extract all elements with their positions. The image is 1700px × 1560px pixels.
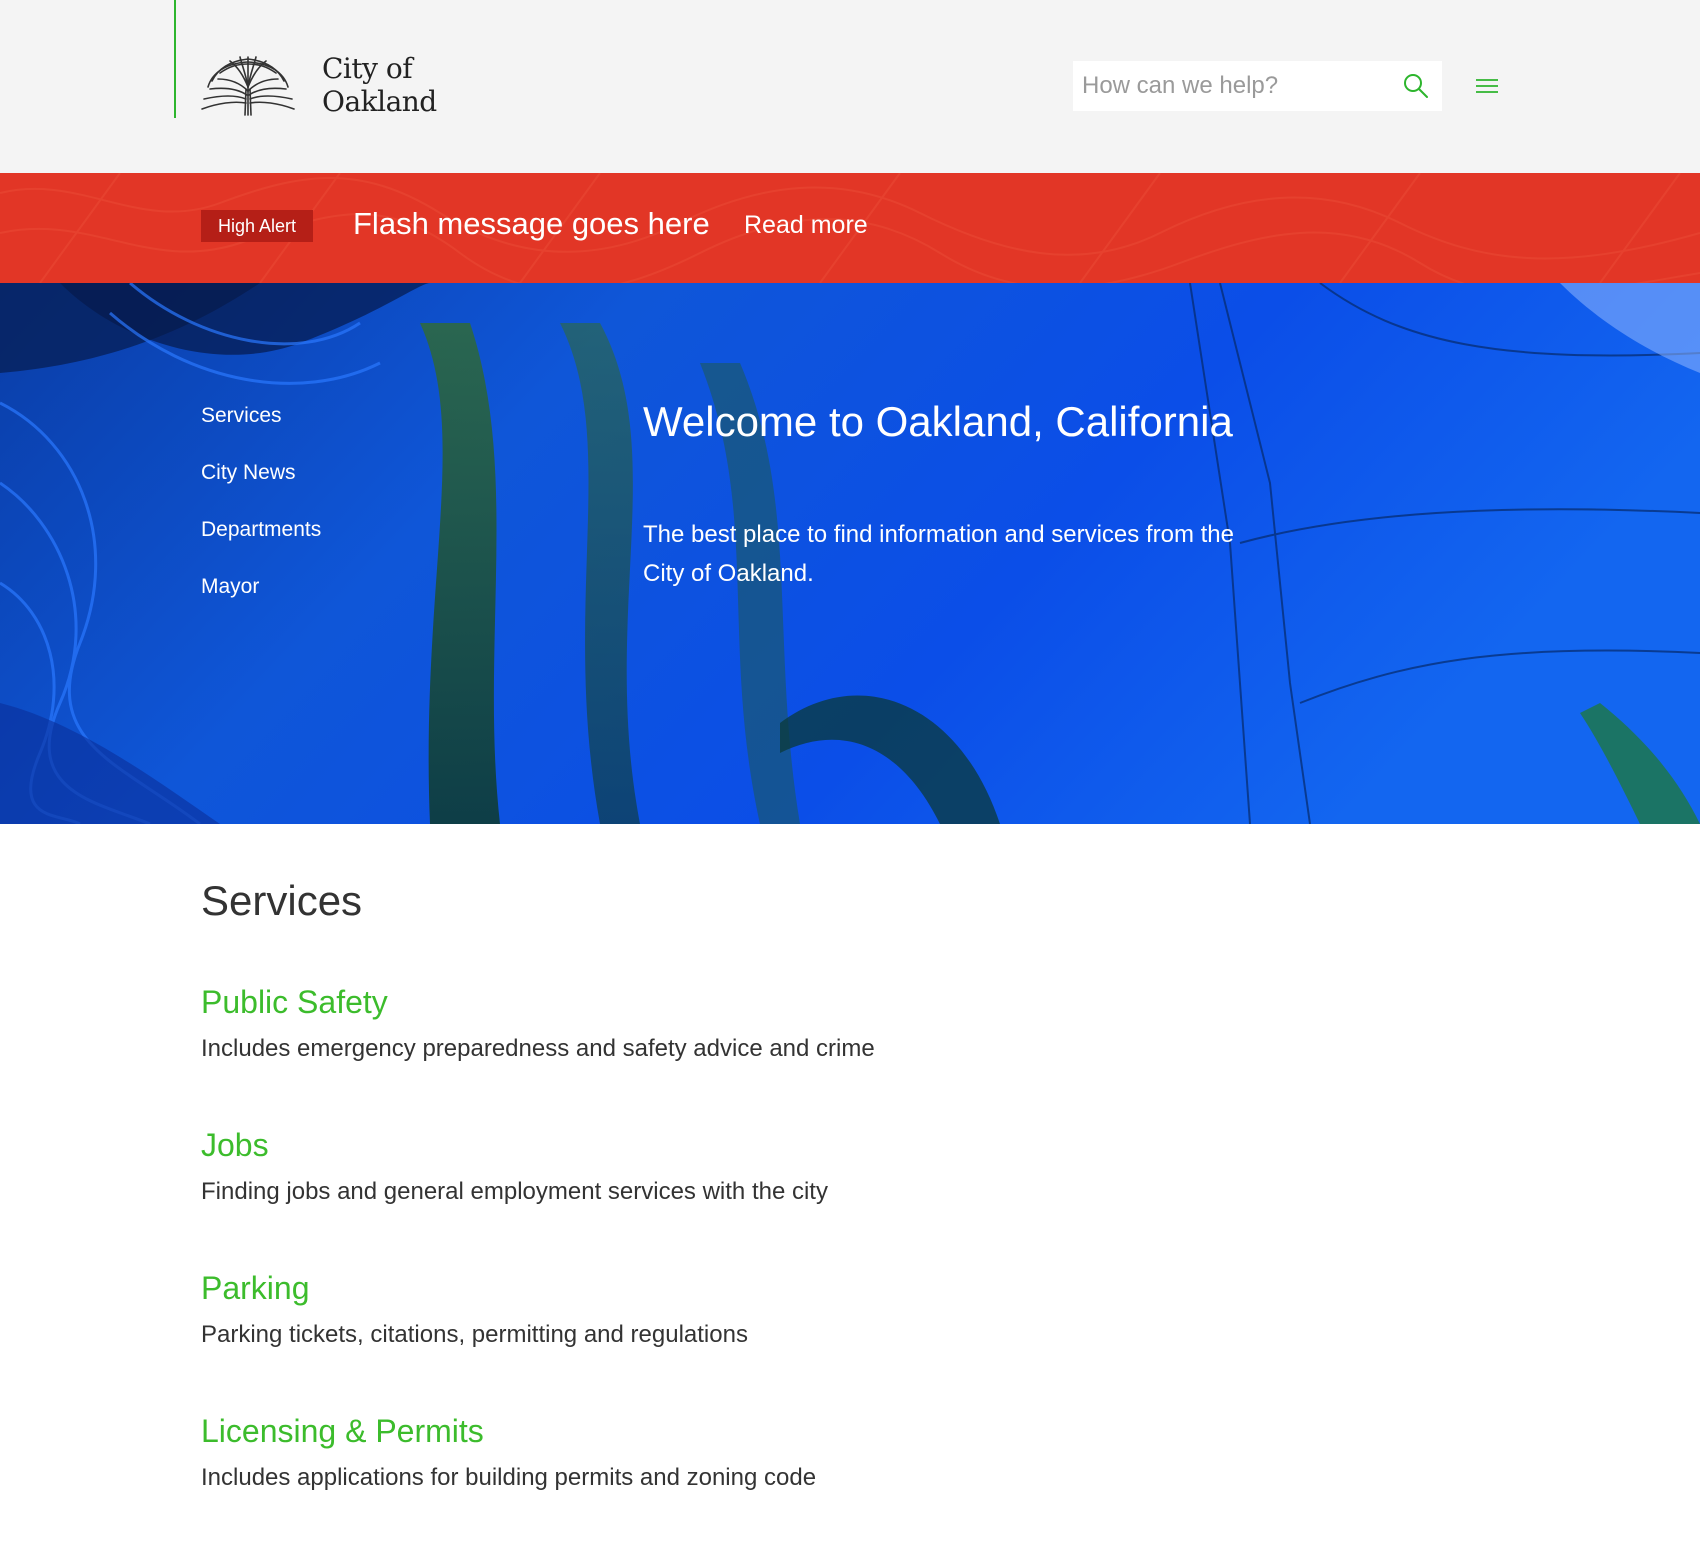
hero-nav-mayor[interactable]: Mayor — [201, 575, 259, 598]
service-item-jobs: Jobs Finding jobs and general employment… — [201, 1125, 1301, 1209]
service-item-parking: Parking Parking tickets, citations, perm… — [201, 1268, 1301, 1352]
home-logo-link[interactable]: City of Oakland — [200, 52, 437, 118]
high-alert-banner: High Alert Flash message goes here Read … — [0, 173, 1700, 283]
hamburger-menu-icon[interactable] — [1474, 76, 1500, 96]
service-title-link[interactable]: Licensing & Permits — [201, 1411, 1301, 1451]
oak-tree-logo-icon — [201, 56, 295, 116]
search-box — [1073, 61, 1442, 111]
hero-banner: Services City News Departments Mayor Wel… — [0, 283, 1700, 824]
service-title-link[interactable]: Parking — [201, 1268, 1301, 1308]
services-section: Services Public Safety Includes emergenc… — [201, 874, 1301, 1491]
hero-intro: The best place to find information and s… — [643, 521, 1234, 587]
hero-nav-city-news[interactable]: City News — [201, 461, 296, 484]
service-description: Includes applications for building permi… — [201, 1464, 817, 1491]
site-name-line1: City of — [322, 52, 413, 85]
hero-nav-services[interactable]: Services — [201, 404, 282, 427]
site-header: City of Oakland — [0, 0, 1700, 173]
service-title-link[interactable]: Public Safety — [201, 982, 1301, 1022]
hero-nav: Services City News Departments Mayor — [201, 404, 321, 632]
high-alert-badge: High Alert — [201, 210, 314, 242]
service-description: Includes emergency preparedness and safe… — [201, 1035, 875, 1062]
hero-nav-departments[interactable]: Departments — [201, 518, 321, 541]
search-input[interactable] — [1073, 61, 1373, 111]
service-description: Parking tickets, citations, permitting a… — [201, 1321, 748, 1348]
service-title-link[interactable]: Jobs — [201, 1125, 1301, 1165]
site-name: City of Oakland — [322, 52, 437, 118]
hero-title: Welcome to Oakland, California — [643, 398, 1233, 445]
services-heading: Services — [201, 877, 363, 924]
service-item-licensing-permits: Licensing & Permits Includes application… — [201, 1411, 1301, 1495]
hero-nav-item: City News — [201, 461, 321, 518]
site-name-line2: Oakland — [322, 85, 437, 118]
hero-nav-item: Mayor — [201, 575, 321, 632]
alert-read-more-link[interactable]: Read more — [744, 207, 868, 243]
search-icon[interactable] — [1402, 72, 1430, 100]
service-item-public-safety: Public Safety Includes emergency prepare… — [201, 982, 1301, 1066]
service-description: Finding jobs and general employment serv… — [201, 1178, 828, 1205]
hero-nav-item: Departments — [201, 518, 321, 575]
header-accent-rule — [174, 0, 176, 118]
hero-nav-item: Services — [201, 404, 321, 461]
flash-message: Flash message goes here — [353, 206, 710, 241]
